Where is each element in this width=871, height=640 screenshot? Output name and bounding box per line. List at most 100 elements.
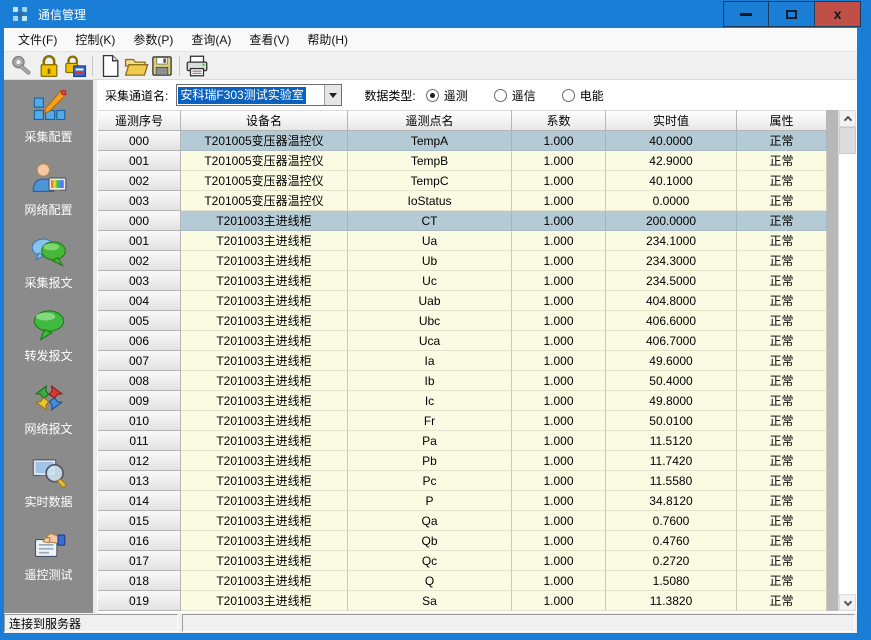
vertical-scrollbar[interactable] [838, 110, 855, 611]
table-row[interactable]: 002T201005变压器温控仪TempC1.00040.1000正常 [98, 171, 855, 191]
table-cell-point: Ib [348, 371, 512, 391]
table-row[interactable]: 017T201003主进线柜Qc1.0000.2720正常 [98, 551, 855, 571]
sidebar-item-collect-message[interactable]: 采集报文 [4, 234, 93, 307]
column-header-value[interactable]: 实时值 [606, 110, 737, 131]
realtime-data-icon [31, 453, 67, 489]
sidebar-item-remote-test[interactable]: 遥控测试 [4, 526, 93, 599]
column-header-attribute[interactable]: 属性 [737, 110, 827, 131]
table-row[interactable]: 005T201003主进线柜Ubc1.000406.6000正常 [98, 311, 855, 331]
table-cell-point: TempA [348, 131, 512, 151]
channel-combobox-dropdown-button[interactable] [324, 85, 341, 105]
password-button[interactable] [62, 54, 88, 78]
table-cell-coef: 1.000 [512, 231, 606, 251]
scrollbar-thumb[interactable] [839, 127, 856, 154]
channel-combobox[interactable]: 安科瑞F303测试实验室 [176, 84, 342, 106]
table-cell-device: T201003主进线柜 [181, 411, 348, 431]
column-header-point[interactable]: 遥测点名 [348, 110, 512, 131]
table-cell-attr: 正常 [737, 211, 827, 231]
menu-help[interactable]: 帮助(H) [298, 28, 357, 51]
menu-control[interactable]: 控制(K) [66, 28, 124, 51]
table-cell-value: 0.0000 [606, 191, 737, 211]
lock-button[interactable] [36, 54, 62, 78]
close-button[interactable]: x [815, 1, 861, 27]
datatype-option-0[interactable]: 遥测 [426, 87, 468, 104]
table-cell-coef: 1.000 [512, 351, 606, 371]
sidebar-item-realtime-data[interactable]: 实时数据 [4, 453, 93, 526]
table-row[interactable]: 016T201003主进线柜Qb1.0000.4760正常 [98, 531, 855, 551]
table-row[interactable]: 004T201003主进线柜Uab1.000404.8000正常 [98, 291, 855, 311]
table-row[interactable]: 010T201003主进线柜Fr1.00050.0100正常 [98, 411, 855, 431]
column-header-index[interactable]: 遥测序号 [98, 110, 181, 131]
table-cell-attr: 正常 [737, 291, 827, 311]
table-body: 000T201005变压器温控仪TempA1.00040.0000正常001T2… [98, 131, 855, 611]
sidebar-item-network-config[interactable]: 网络配置 [4, 161, 93, 234]
table-cell-device: T201003主进线柜 [181, 371, 348, 391]
table-row[interactable]: 000T201005变压器温控仪TempA1.00040.0000正常 [98, 131, 855, 151]
new-file-button[interactable] [97, 54, 123, 78]
maximize-button[interactable] [769, 1, 815, 27]
table-row[interactable]: 018T201003主进线柜Q1.0001.5080正常 [98, 571, 855, 591]
table-cell-attr: 正常 [737, 491, 827, 511]
table-cell-coef: 1.000 [512, 271, 606, 291]
minimize-button[interactable] [723, 1, 769, 27]
table-cell-attr: 正常 [737, 371, 827, 391]
table-row[interactable]: 013T201003主进线柜Pc1.00011.5580正常 [98, 471, 855, 491]
table-row[interactable]: 014T201003主进线柜P1.00034.8120正常 [98, 491, 855, 511]
table-cell-attr: 正常 [737, 311, 827, 331]
table-cell-value: 234.3000 [606, 251, 737, 271]
menu-view[interactable]: 查看(V) [240, 28, 298, 51]
table-cell-no: 004 [98, 291, 181, 311]
sidebar-item-network-message[interactable]: 网络报文 [4, 380, 93, 453]
table-cell-coef: 1.000 [512, 211, 606, 231]
open-folder-icon [123, 53, 149, 79]
datatype-option-1[interactable]: 遥信 [494, 87, 536, 104]
table-cell-value: 234.1000 [606, 231, 737, 251]
table-cell-coef: 1.000 [512, 471, 606, 491]
table-row[interactable]: 012T201003主进线柜Pb1.00011.7420正常 [98, 451, 855, 471]
table-row[interactable]: 019T201003主进线柜Sa1.00011.3820正常 [98, 591, 855, 611]
table-row[interactable]: 015T201003主进线柜Qa1.0000.7600正常 [98, 511, 855, 531]
table-cell-device: T201003主进线柜 [181, 531, 348, 551]
table-cell-coef: 1.000 [512, 311, 606, 331]
table-row[interactable]: 003T201003主进线柜Uc1.000234.5000正常 [98, 271, 855, 291]
open-folder-button[interactable] [123, 54, 149, 78]
table-row[interactable]: 008T201003主进线柜Ib1.00050.4000正常 [98, 371, 855, 391]
table-row[interactable]: 009T201003主进线柜Ic1.00049.8000正常 [98, 391, 855, 411]
print-button[interactable] [184, 54, 210, 78]
table-row[interactable]: 001T201003主进线柜Ua1.000234.1000正常 [98, 231, 855, 251]
table-row[interactable]: 007T201003主进线柜Ia1.00049.6000正常 [98, 351, 855, 371]
table-cell-value: 50.4000 [606, 371, 737, 391]
column-header-device[interactable]: 设备名 [181, 110, 348, 131]
table-row[interactable]: 006T201003主进线柜Uca1.000406.7000正常 [98, 331, 855, 351]
table-cell-no: 002 [98, 251, 181, 271]
table-row[interactable]: 003T201005变压器温控仪IoStatus1.0000.0000正常 [98, 191, 855, 211]
table-cell-point: Sa [348, 591, 512, 611]
scroll-down-button[interactable] [839, 594, 856, 611]
table-cell-no: 000 [98, 211, 181, 231]
radio-label: 电能 [580, 87, 604, 104]
menu-query[interactable]: 查询(A) [182, 28, 240, 51]
column-header-coefficient[interactable]: 系数 [512, 110, 606, 131]
sidebar-item-collect-config[interactable]: 采集配置 [4, 88, 93, 161]
datatype-option-2[interactable]: 电能 [562, 87, 604, 104]
table-cell-attr: 正常 [737, 431, 827, 451]
table-row[interactable]: 000T201003主进线柜CT1.000200.0000正常 [98, 211, 855, 231]
table-row[interactable]: 002T201003主进线柜Ub1.000234.3000正常 [98, 251, 855, 271]
menu-file[interactable]: 文件(F) [9, 28, 66, 51]
table-cell-attr: 正常 [737, 571, 827, 591]
sidebar-item-forward-message[interactable]: 转发报文 [4, 307, 93, 380]
menu-parameters[interactable]: 参数(P) [124, 28, 182, 51]
scroll-up-button[interactable] [839, 110, 856, 127]
table-cell-point: Ic [348, 391, 512, 411]
sidebar-item-label: 网络报文 [24, 420, 72, 437]
table-cell-coef: 1.000 [512, 151, 606, 171]
save-button[interactable] [149, 54, 175, 78]
table-row[interactable]: 011T201003主进线柜Pa1.00011.5120正常 [98, 431, 855, 451]
toolbar [4, 52, 857, 80]
table-row[interactable]: 001T201005变压器温控仪TempB1.00042.9000正常 [98, 151, 855, 171]
key-button[interactable] [10, 54, 36, 78]
print-icon [184, 53, 210, 79]
table-cell-attr: 正常 [737, 351, 827, 371]
table-cell-coef: 1.000 [512, 131, 606, 151]
table-cell-point: Ua [348, 231, 512, 251]
